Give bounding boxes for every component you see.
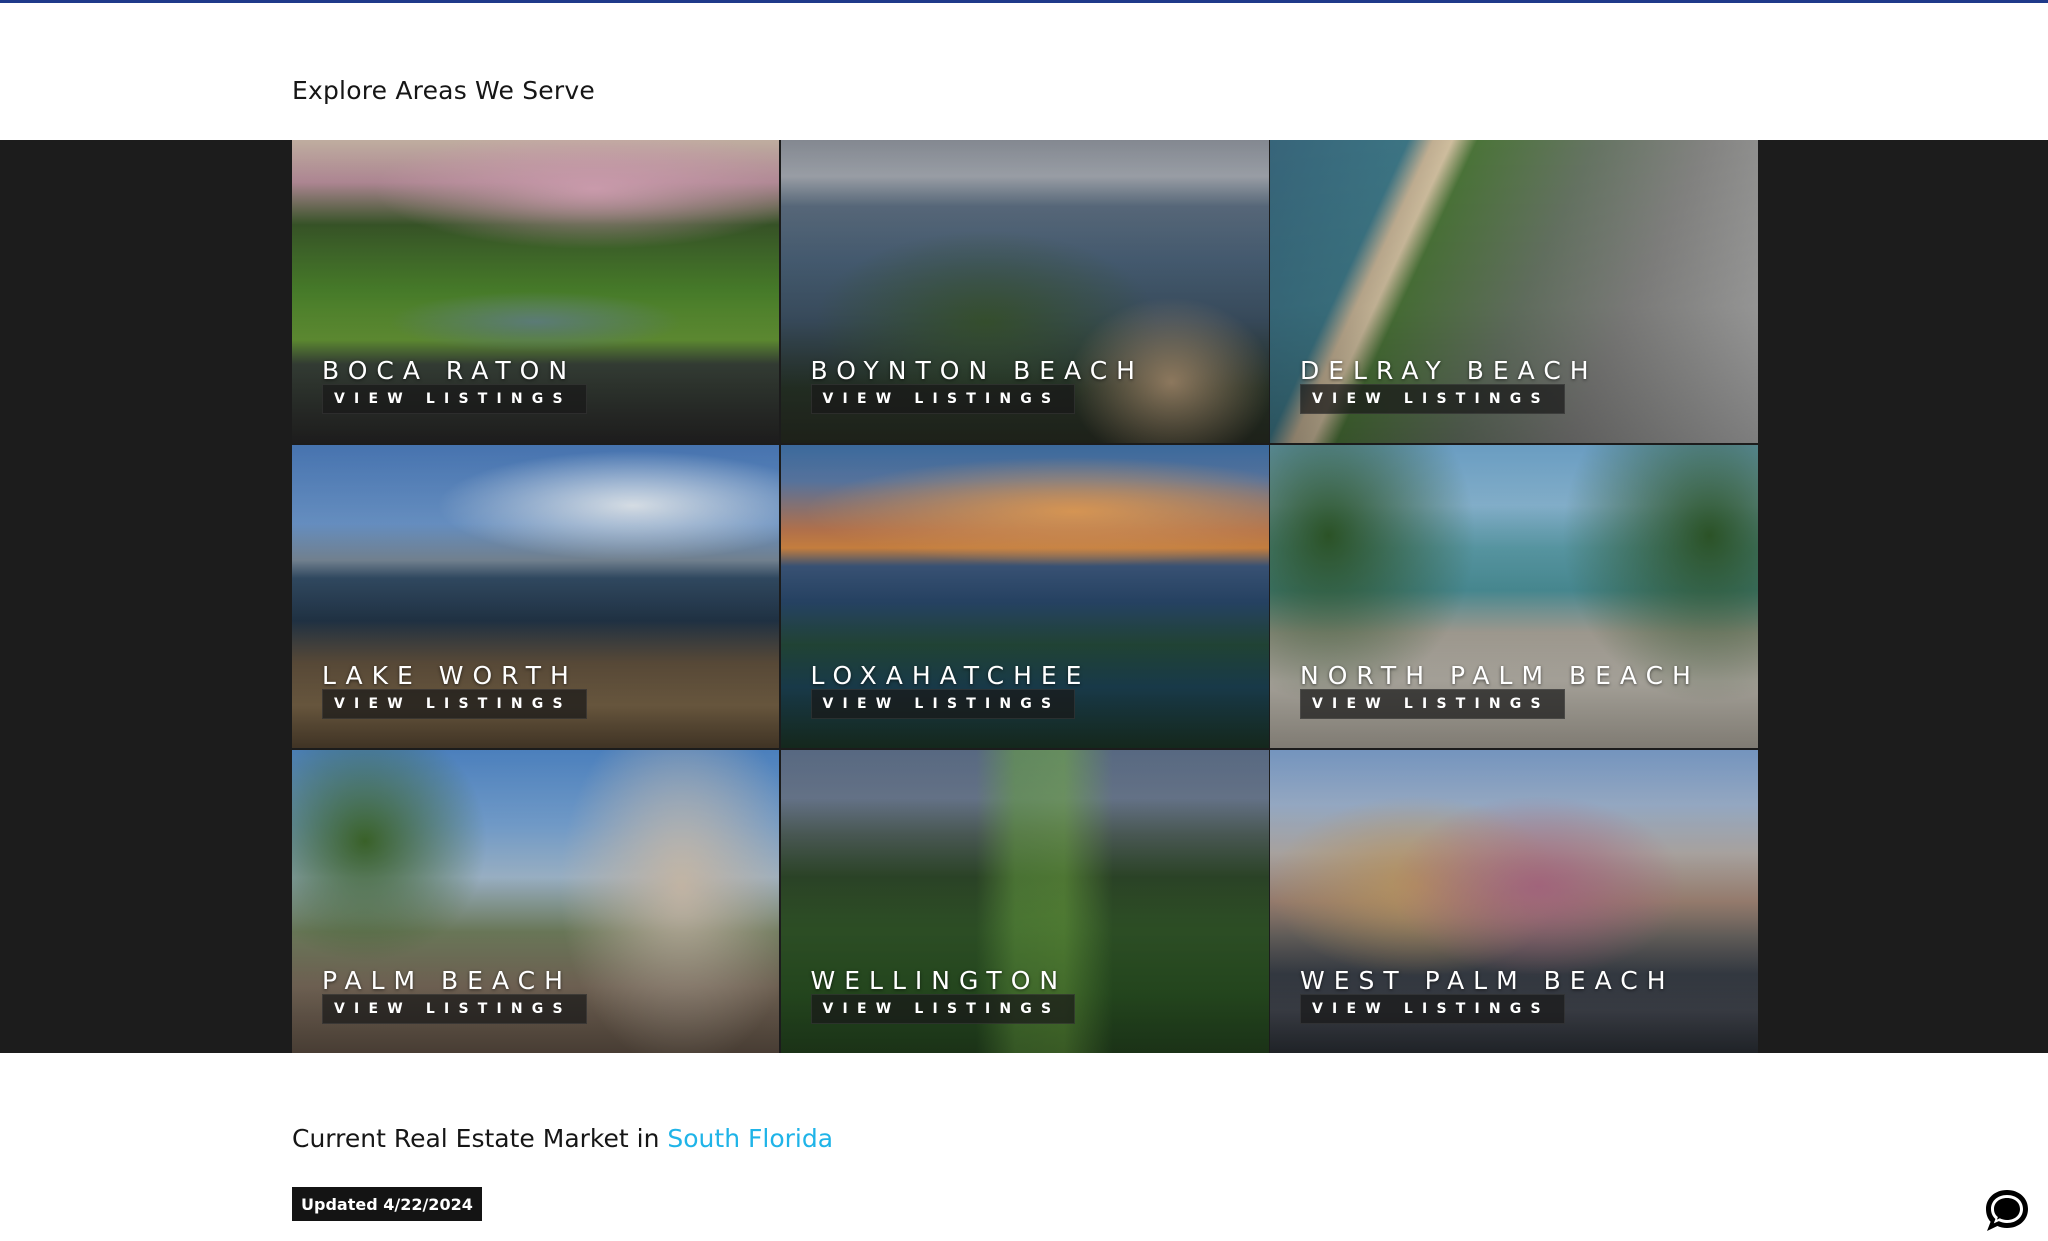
view-listings-button[interactable]: VIEW LISTINGS	[1300, 384, 1565, 414]
area-name: BOCA RATON	[322, 356, 577, 385]
top-accent-rule	[0, 0, 2048, 3]
area-name: LAKE WORTH	[322, 661, 578, 690]
section-title-areas: Explore Areas We Serve	[292, 76, 595, 105]
view-listings-button[interactable]: VIEW LISTINGS	[322, 994, 587, 1024]
area-tile-loxahatchee[interactable]: LOXAHATCHEE VIEW LISTINGS	[780, 445, 1269, 748]
view-listings-button[interactable]: VIEW LISTINGS	[1300, 994, 1565, 1024]
view-listings-button[interactable]: VIEW LISTINGS	[810, 994, 1076, 1024]
areas-grid: BOCA RATON VIEW LISTINGS BOYNTON BEACH V…	[292, 140, 1758, 1053]
area-name: LOXAHATCHEE	[810, 661, 1091, 690]
area-tile-lake-worth[interactable]: LAKE WORTH VIEW LISTINGS	[292, 445, 779, 748]
view-listings-button[interactable]: VIEW LISTINGS	[322, 384, 587, 414]
area-tile-boca-raton[interactable]: BOCA RATON VIEW LISTINGS	[292, 140, 779, 443]
view-listings-button[interactable]: VIEW LISTINGS	[322, 689, 587, 719]
chat-button[interactable]	[1982, 1186, 2032, 1236]
area-name: NORTH PALM BEACH	[1300, 661, 1700, 690]
area-tile-delray-beach[interactable]: DELRAY BEACH VIEW LISTINGS	[1270, 140, 1758, 443]
chat-bubble-icon	[1986, 1190, 2028, 1231]
area-tile-palm-beach[interactable]: PALM BEACH VIEW LISTINGS	[292, 750, 779, 1053]
area-tile-wellington[interactable]: WELLINGTON VIEW LISTINGS	[780, 750, 1269, 1053]
area-name: WEST PALM BEACH	[1300, 966, 1675, 995]
area-tile-boynton-beach[interactable]: BOYNTON BEACH VIEW LISTINGS	[780, 140, 1269, 443]
area-name: DELRAY BEACH	[1300, 356, 1598, 385]
updated-date-badge: Updated 4/22/2024	[292, 1187, 482, 1221]
view-listings-button[interactable]: VIEW LISTINGS	[1300, 689, 1565, 719]
areas-grid-band: BOCA RATON VIEW LISTINGS BOYNTON BEACH V…	[0, 140, 2048, 1053]
market-title-prefix: Current Real Estate Market in	[292, 1124, 660, 1153]
market-region-link[interactable]: South Florida	[667, 1124, 833, 1153]
section-title-market: Current Real Estate Market in South Flor…	[292, 1124, 833, 1153]
area-name: WELLINGTON	[810, 966, 1068, 995]
view-listings-button[interactable]: VIEW LISTINGS	[810, 689, 1076, 719]
area-tile-west-palm-beach[interactable]: WEST PALM BEACH VIEW LISTINGS	[1270, 750, 1758, 1053]
area-name: BOYNTON BEACH	[810, 356, 1144, 385]
area-name: PALM BEACH	[322, 966, 572, 995]
view-listings-button[interactable]: VIEW LISTINGS	[810, 384, 1076, 414]
area-tile-north-palm-beach[interactable]: NORTH PALM BEACH VIEW LISTINGS	[1270, 445, 1758, 748]
